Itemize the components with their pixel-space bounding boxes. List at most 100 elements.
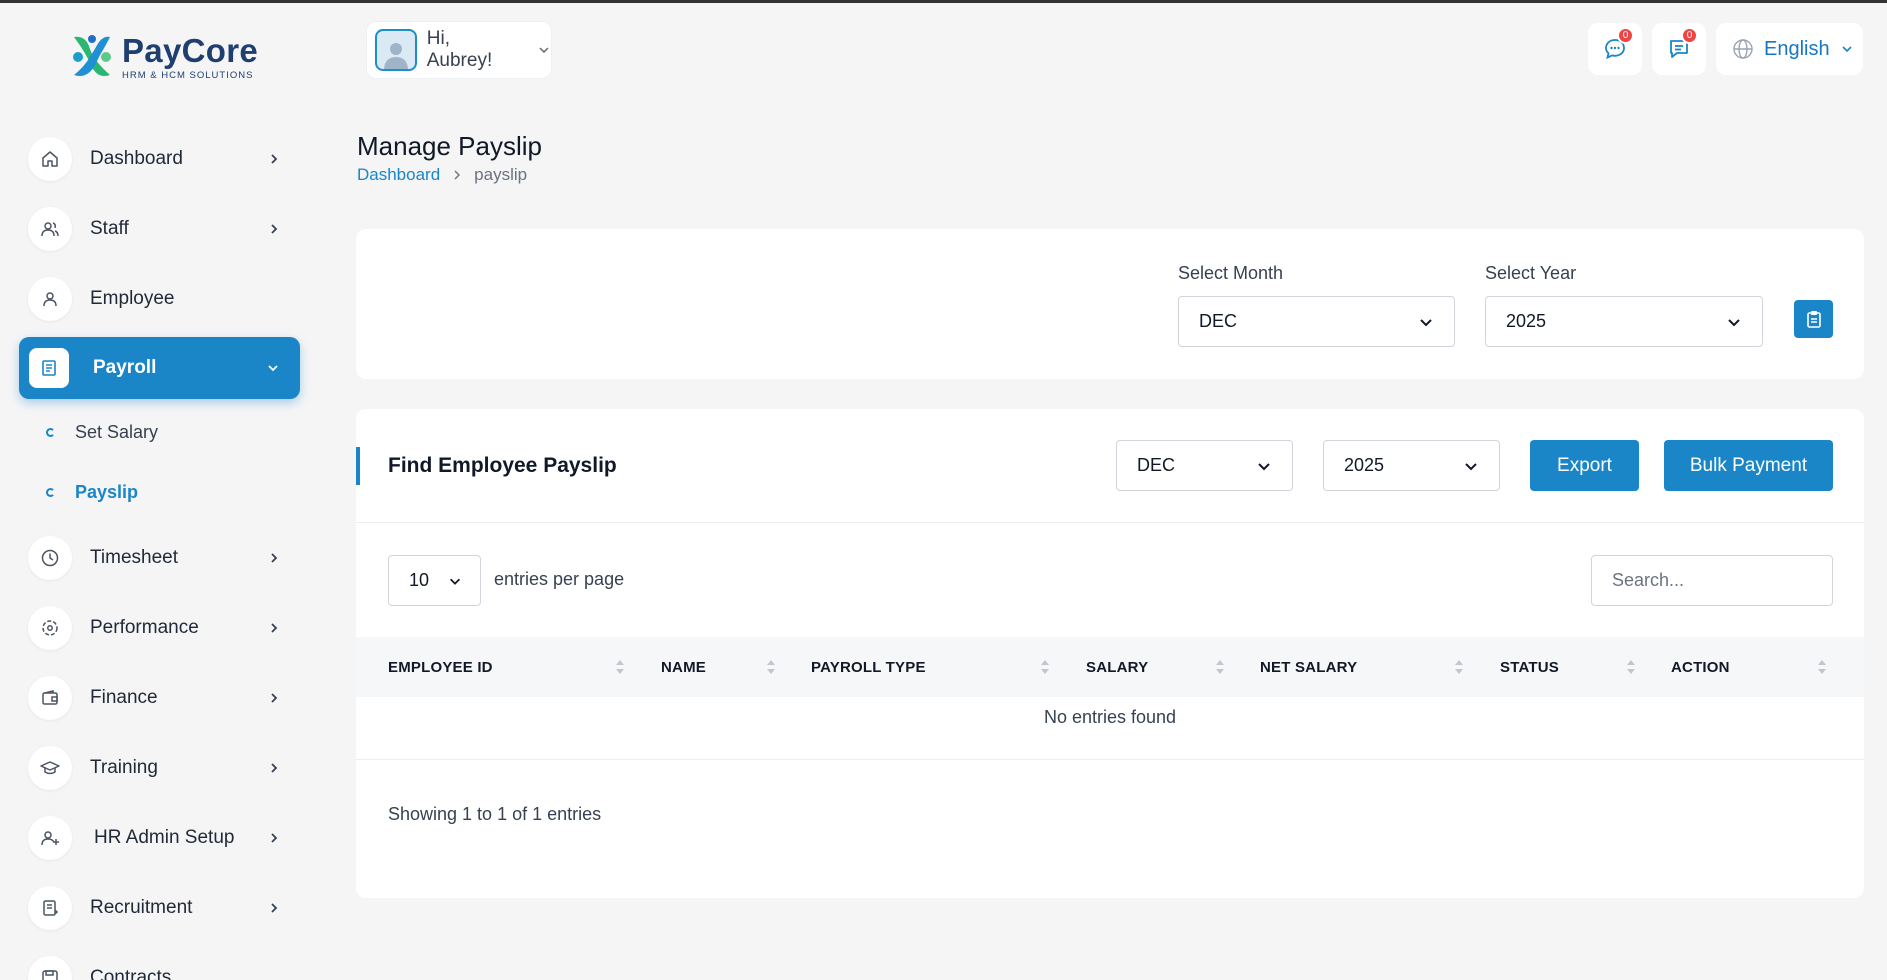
users-icon (28, 207, 72, 251)
chevron-right-icon (271, 763, 278, 773)
messages-button[interactable]: 0 (1588, 23, 1642, 75)
column-header-status[interactable]: STATUS (1500, 637, 1559, 697)
select-month-label: Select Month (1178, 263, 1284, 283)
year-select[interactable]: 2025 (1485, 296, 1763, 347)
find-month-select[interactable]: DEC (1116, 440, 1293, 491)
sidebar-subitem-set-salary[interactable]: Set Salary (46, 422, 158, 443)
brand-logo[interactable]: PayCore HRM & HCM SOLUTIONS (68, 29, 268, 85)
breadcrumb-dashboard-link[interactable]: Dashboard (357, 165, 440, 185)
sidebar-item-timesheet[interactable]: Timesheet (28, 531, 300, 585)
sidebar-item-label: Employee (90, 288, 175, 309)
column-header-payroll-type[interactable]: PAYROLL TYPE (811, 637, 926, 697)
bullet-icon (46, 488, 55, 497)
per-page-value: 10 (409, 570, 430, 590)
column-header-employee-id[interactable]: EMPLOYEE ID (388, 637, 493, 697)
chevron-down-icon (1420, 318, 1432, 326)
avatar (375, 29, 417, 71)
user-greeting: Hi, Aubrey! (426, 28, 493, 71)
column-header-name[interactable]: NAME (661, 637, 706, 697)
sidebar-item-employee[interactable]: Employee (28, 272, 300, 326)
sort-icon[interactable] (1215, 657, 1225, 677)
breadcrumb-current: payslip (474, 165, 528, 184)
chevron-right-icon (271, 623, 278, 633)
chevron-down-icon (450, 578, 460, 585)
sidebar-item-label: Staff (90, 218, 129, 239)
sidebar-item-label: Performance (90, 617, 199, 638)
sort-icon[interactable] (766, 657, 776, 677)
title-accent-bar (356, 447, 360, 485)
year-select-value: 2025 (1506, 311, 1547, 331)
wallet-icon (28, 676, 72, 720)
sidebar-item-recruitment[interactable]: Recruitment (28, 881, 300, 935)
sidebar-item-training[interactable]: Training (28, 741, 300, 795)
chevron-right-icon (271, 224, 278, 234)
sidebar-item-label: Contracts (90, 967, 172, 980)
sidebar-item-finance[interactable]: Finance (28, 671, 300, 725)
notifications-button[interactable]: 0 (1652, 23, 1706, 75)
select-year-label: Select Year (1485, 263, 1577, 283)
user-avatar-icon (383, 43, 408, 69)
user-icon (28, 277, 72, 321)
chevron-right-icon (271, 553, 278, 563)
user-menu[interactable]: Hi, Aubrey! (366, 21, 552, 79)
sidebar-item-performance[interactable]: Performance (28, 601, 300, 655)
chevron-down-icon (1842, 46, 1852, 53)
sidebar-item-label: Payroll (93, 357, 157, 378)
column-header-action[interactable]: ACTION (1671, 637, 1730, 697)
sort-icon[interactable] (1817, 657, 1827, 677)
language-label: English (1764, 37, 1830, 60)
find-year-value: 2025 (1344, 455, 1385, 475)
find-year-select[interactable]: 2025 (1323, 440, 1500, 491)
month-select[interactable]: DEC (1178, 296, 1455, 347)
sidebar-item-hr-admin-setup[interactable]: HR Admin Setup (28, 811, 300, 865)
chevron-right-icon (271, 903, 278, 913)
empty-table-message: No entries found (1043, 707, 1177, 727)
bulk-payment-button[interactable]: Bulk Payment (1664, 440, 1833, 491)
export-button[interactable]: Export (1530, 440, 1639, 491)
chevron-down-icon (1258, 462, 1270, 470)
sidebar-item-label: HR Admin Setup (94, 827, 235, 848)
sort-icon[interactable] (1626, 657, 1636, 677)
sidebar-item-contracts[interactable]: Contracts (28, 951, 300, 980)
page-title: Manage Payslip (357, 131, 542, 161)
divider (356, 759, 1864, 760)
sidebar-item-label: Recruitment (90, 897, 193, 918)
card-title: Find Employee Payslip (388, 454, 617, 477)
column-header-net-salary[interactable]: NET SALARY (1260, 637, 1357, 697)
sidebar-subitem-payslip[interactable]: Payslip (46, 482, 138, 503)
chevron-right-icon (271, 833, 278, 843)
notifications-count-badge: 0 (1681, 27, 1698, 44)
month-select-value: DEC (1199, 311, 1238, 331)
clipboard-icon (1806, 311, 1821, 328)
globe-icon (1733, 39, 1753, 59)
per-page-select[interactable]: 10 (388, 555, 481, 606)
apply-filter-button[interactable] (1794, 300, 1833, 338)
brand-tagline: HRM & HCM SOLUTIONS (122, 69, 254, 81)
chevron-right-icon (271, 693, 278, 703)
search-input[interactable] (1591, 555, 1833, 606)
clipboard-icon (28, 886, 72, 930)
chevron-right-icon (454, 170, 461, 180)
sort-icon[interactable] (1040, 657, 1050, 677)
divider (356, 522, 1864, 523)
sidebar-item-staff[interactable]: Staff (28, 202, 300, 256)
find-month-value: DEC (1137, 455, 1176, 475)
sidebar-item-payroll[interactable]: Payroll (19, 337, 300, 399)
sidebar-item-label: Finance (90, 687, 158, 708)
language-selector[interactable]: English (1716, 23, 1863, 75)
brand-name: PayCore (122, 31, 259, 69)
sidebar-item-dashboard[interactable]: Dashboard (28, 132, 300, 186)
messages-count-badge: 0 (1617, 27, 1634, 44)
chevron-down-icon (1465, 462, 1477, 470)
breadcrumb: Dashboard payslip (357, 165, 527, 185)
sort-icon[interactable] (1454, 657, 1464, 677)
user-plus-icon (28, 816, 72, 860)
column-header-salary[interactable]: SALARY (1086, 637, 1148, 697)
chevron-down-icon (1728, 318, 1740, 326)
pagination-info: Showing 1 to 1 of 1 entries (388, 804, 602, 824)
chevron-right-icon (271, 154, 278, 164)
sort-icon[interactable] (615, 657, 625, 677)
receipt-icon (29, 348, 69, 388)
clock-icon (28, 536, 72, 580)
sidebar-subitem-label: Payslip (75, 482, 139, 502)
